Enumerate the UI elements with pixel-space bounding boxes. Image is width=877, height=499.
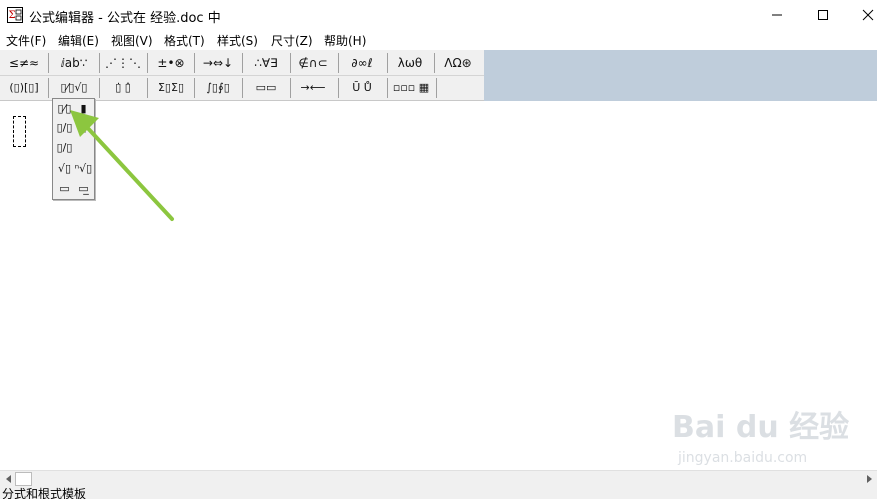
equation-editor-app-icon: Σ	[7, 7, 23, 23]
toolbar-separator	[48, 78, 49, 98]
minimize-icon	[772, 14, 782, 16]
menu-bar: 文件(F) 编辑(E) 视图(V) 格式(T) 样式(S) 尺寸(Z) 帮助(H…	[0, 30, 877, 50]
baidu-jingyan-watermark: Bai du 经验 jingyan.baidu.com	[672, 402, 849, 470]
arrow-symbols-button[interactable]: →⇔↓	[197, 51, 239, 75]
menu-edit[interactable]: 编辑(E)	[58, 32, 99, 49]
toolbar-separator	[434, 53, 435, 73]
toolbar-separator	[194, 78, 195, 98]
maximize-icon	[818, 10, 828, 20]
toolbar-separator	[338, 78, 339, 98]
toolbar-separator	[436, 78, 437, 98]
menu-file[interactable]: 文件(F)	[6, 32, 46, 49]
toolbar-separator	[242, 78, 243, 98]
logical-symbols-button[interactable]: ∴∀∃	[245, 51, 287, 75]
scroll-right-button[interactable]	[860, 471, 877, 487]
embellishments-button[interactable]: ⋰⋮⋱	[102, 51, 144, 75]
palette-long-division-template[interactable]: ▭	[55, 180, 74, 197]
underbar-overbar-templates-button[interactable]: ▭▭	[245, 76, 287, 100]
toolbar-separator	[147, 53, 148, 73]
palette-small-fraction-template[interactable]: ▮	[74, 100, 93, 117]
palette-square-root-template[interactable]: √▯	[55, 160, 74, 177]
symbol-toolbar: ≤≠≈ ⅈab∵ ⋰⋮⋱ ±•⊗ →⇔↓ ∴∀∃ ∉∩⊂ ∂∞ℓ λωθ ΛΩ⊛…	[0, 50, 484, 101]
close-button[interactable]	[845, 0, 877, 30]
menu-style[interactable]: 样式(S)	[217, 32, 258, 49]
horizontal-scrollbar[interactable]	[0, 470, 877, 487]
palette-small-slash-template[interactable]: ▯	[74, 119, 93, 136]
summation-templates-button[interactable]: Σ▯Σ▯	[150, 76, 192, 100]
scrollbar-thumb[interactable]	[15, 472, 32, 486]
integral-templates-button[interactable]: ∫▯∮▯	[197, 76, 239, 100]
toolbar-separator	[242, 53, 243, 73]
misc-symbols-button[interactable]: ∂∞ℓ	[340, 51, 384, 75]
scroll-right-icon	[866, 475, 872, 483]
minimize-button[interactable]	[754, 0, 800, 30]
watermark-url: jingyan.baidu.com	[678, 450, 808, 466]
toolbar-separator	[338, 53, 339, 73]
fence-templates-button[interactable]: (▯)[▯]	[4, 76, 44, 100]
fraction-radical-templates-button[interactable]: ▯⁄▯√▯	[52, 76, 96, 100]
toolbar-separator	[194, 53, 195, 73]
palette-baseline-slash-template[interactable]: ▯/▯	[55, 139, 74, 156]
palette-full-fraction-template[interactable]: ▯⁄▯	[55, 100, 74, 117]
labeled-arrow-templates-button[interactable]: →⟵	[292, 76, 334, 100]
toolbar-separator	[99, 53, 100, 73]
toolbar-separator	[387, 78, 388, 98]
watermark-logo: Bai du 经验	[672, 410, 850, 445]
toolbar-separator	[387, 53, 388, 73]
toolbar-row-symbols: ≤≠≈ ⅈab∵ ⋰⋮⋱ ±•⊗ →⇔↓ ∴∀∃ ∉∩⊂ ∂∞ℓ λωθ ΛΩ⊛	[0, 51, 484, 76]
window-title: 公式编辑器 - 公式在 经验.doc 中	[29, 11, 221, 26]
svg-text:Σ: Σ	[9, 10, 16, 21]
toolbar-separator	[290, 78, 291, 98]
toolbar-separator	[147, 78, 148, 98]
menu-size[interactable]: 尺寸(Z)	[271, 32, 313, 49]
subscript-superscript-templates-button[interactable]: ▯̇ ▯̂	[102, 76, 144, 100]
set-theory-symbols-button[interactable]: ∉∩⊂	[292, 51, 334, 75]
scroll-left-icon	[5, 475, 11, 483]
toolbar-separator	[290, 53, 291, 73]
toolbar-separator	[99, 78, 100, 98]
operator-symbols-button[interactable]: ±•⊗	[150, 51, 192, 75]
greek-uppercase-button[interactable]: ΛΩ⊛	[436, 51, 480, 75]
palette-empty-cell	[74, 139, 93, 156]
palette-division-bar-template[interactable]: ▭̲	[74, 180, 93, 197]
menu-format[interactable]: 格式(T)	[164, 32, 205, 49]
palette-slash-fraction-template[interactable]: ▯/▯	[55, 119, 74, 136]
palette-nth-root-template[interactable]: ⁿ√▯	[74, 160, 93, 177]
menu-view[interactable]: 视图(V)	[111, 32, 153, 49]
toolbar-separator	[48, 53, 49, 73]
title-bar: Σ 公式编辑器 - 公式在 经验.doc 中	[0, 0, 877, 30]
close-icon	[862, 9, 874, 21]
matrix-templates-button[interactable]: ▫▫▫ ▦	[389, 76, 433, 100]
products-set-templates-button[interactable]: Ū Ů	[340, 76, 384, 100]
relational-symbols-button[interactable]: ≤≠≈	[4, 51, 44, 75]
spaces-ellipses-button[interactable]: ⅈab∵	[52, 51, 96, 75]
greek-lowercase-button[interactable]: λωθ	[389, 51, 431, 75]
menu-help[interactable]: 帮助(H)	[324, 32, 366, 49]
fraction-radical-palette: ▯⁄▯ ▮ ▯/▯ ▯ ▯/▯ √▯ ⁿ√▯ ▭ ▭̲	[52, 98, 95, 200]
equation-input-slot[interactable]	[13, 116, 26, 147]
status-bar: 分式和根式模板	[0, 487, 877, 499]
status-text: 分式和根式模板	[2, 487, 87, 499]
maximize-button[interactable]	[800, 0, 846, 30]
